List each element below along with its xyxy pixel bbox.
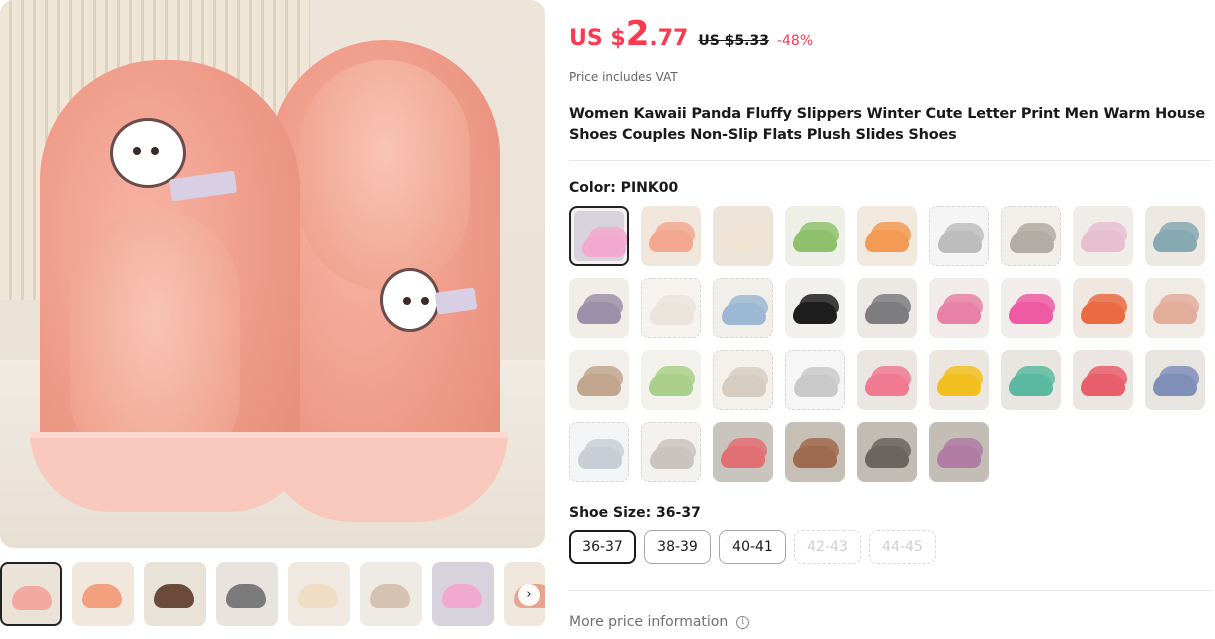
color-swatch[interactable] [1073,278,1133,338]
product-title: Women Kawaii Panda Fluffy Slippers Winte… [569,106,1205,143]
vat-note: Price includes VAT [569,70,678,84]
more-price-info-link[interactable]: More price information i [569,614,750,630]
thumbnail-strip: › [0,562,545,628]
color-swatch[interactable] [713,278,773,338]
color-swatch[interactable] [929,422,989,482]
color-swatch[interactable] [929,278,989,338]
color-swatch[interactable] [641,278,701,338]
color-swatch[interactable] [713,350,773,410]
size-option[interactable]: 36-37 [569,530,636,564]
color-swatch[interactable] [785,422,845,482]
color-swatch[interactable] [857,278,917,338]
thumbnail-1[interactable] [0,562,62,626]
color-swatch[interactable] [1073,350,1133,410]
color-swatch[interactable] [857,422,917,482]
color-swatch[interactable] [929,206,989,266]
color-swatch[interactable] [569,278,629,338]
thumbnail-2[interactable] [72,562,134,626]
info-icon: i [736,615,750,629]
price-decimal: .77 [649,26,689,51]
color-swatch[interactable] [713,422,773,482]
color-swatch[interactable] [785,350,845,410]
discount-badge: -48% [776,33,814,49]
price-integer: 2 [625,14,650,54]
color-swatch[interactable] [713,206,773,266]
divider [569,590,1211,591]
main-product-image[interactable] [0,0,545,548]
thumbnail-6[interactable] [360,562,422,626]
original-price: US $5.33 [698,33,769,49]
thumbnail-7[interactable] [432,562,494,626]
color-swatch[interactable] [1145,206,1205,266]
color-swatch[interactable] [641,422,701,482]
color-swatch[interactable] [1001,350,1061,410]
color-swatch[interactable] [641,206,701,266]
more-price-info-label: More price information [569,614,729,630]
color-swatch[interactable] [857,206,917,266]
color-swatch[interactable] [857,350,917,410]
slipper-left-image [30,60,310,512]
size-option: 44-45 [869,530,936,564]
color-swatch[interactable] [1073,206,1133,266]
thumbnail-5[interactable] [288,562,350,626]
chevron-right-icon[interactable]: › [518,584,540,606]
color-swatch[interactable] [569,206,629,266]
color-swatch[interactable] [569,422,629,482]
color-swatch[interactable] [1145,278,1205,338]
color-swatch[interactable] [1001,278,1061,338]
color-swatch[interactable] [641,350,701,410]
divider [569,160,1211,161]
size-option[interactable]: 40-41 [719,530,786,564]
color-swatch[interactable] [569,350,629,410]
color-swatch[interactable] [1145,350,1205,410]
color-swatch[interactable] [1001,206,1061,266]
size-option: 42-43 [794,530,861,564]
size-option[interactable]: 38-39 [644,530,711,564]
color-swatch[interactable] [785,206,845,266]
color-label: Color: PINK00 [569,180,679,196]
price-currency: US $ [569,26,626,51]
color-swatch[interactable] [929,350,989,410]
thumbnail-3[interactable] [144,562,206,626]
size-label: Shoe Size: 36-37 [569,505,701,521]
price-row: US $ 2 .77 US $5.33 -48% [569,14,813,64]
thumbnail-4[interactable] [216,562,278,626]
color-swatch[interactable] [785,278,845,338]
